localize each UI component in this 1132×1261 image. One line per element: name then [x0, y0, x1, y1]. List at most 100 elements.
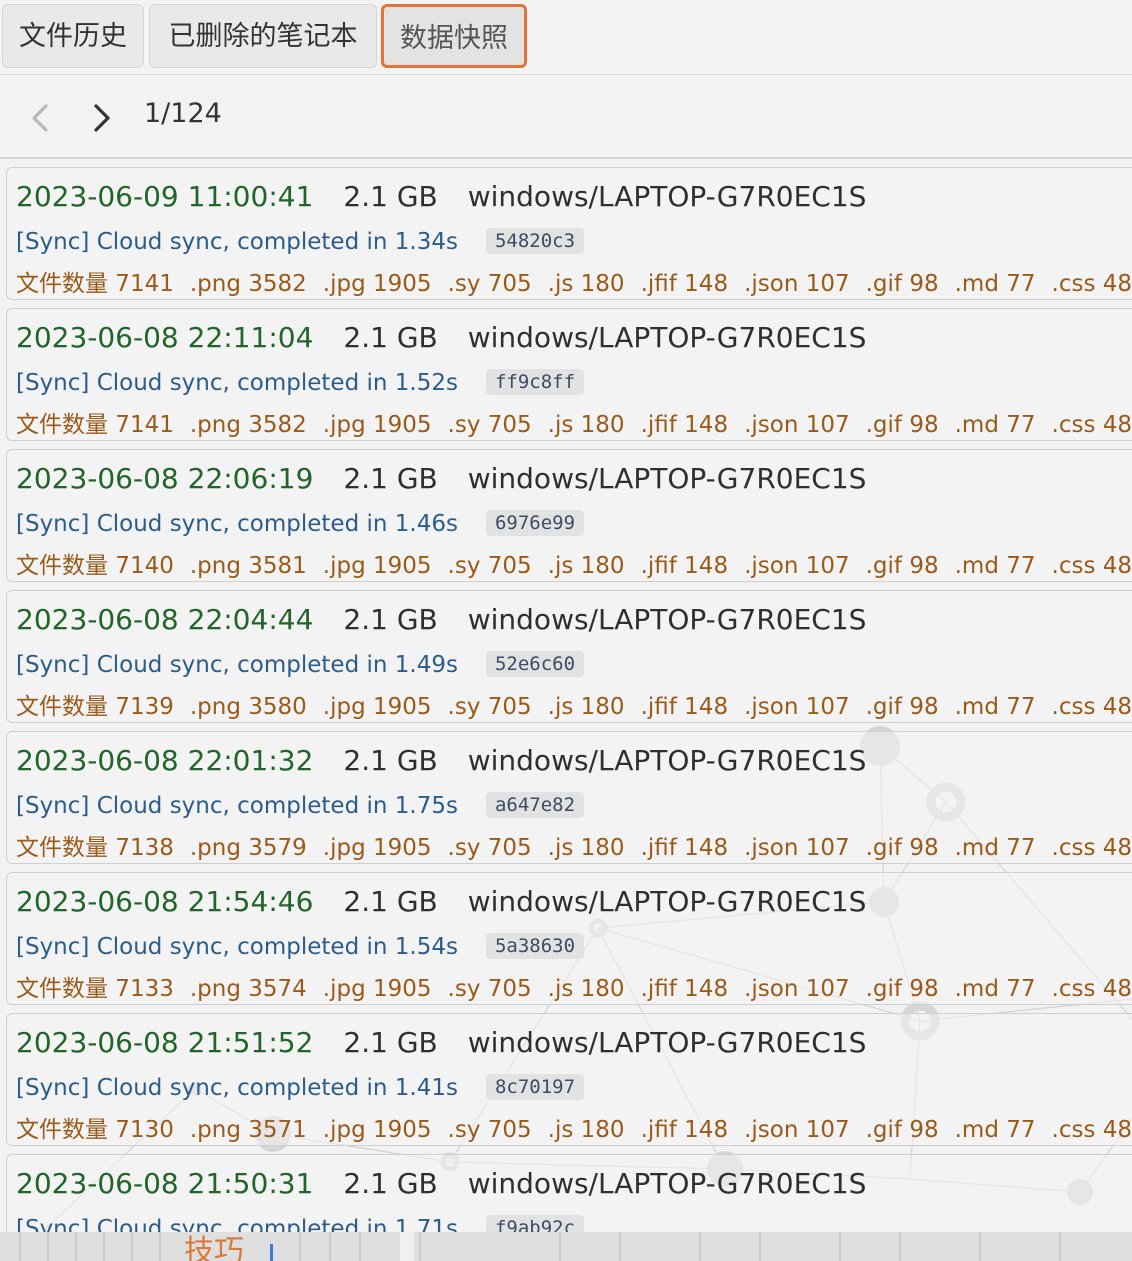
snapshot-memo: [Sync] Cloud sync, completed in 1.34s: [16, 229, 458, 255]
snapshot-row[interactable]: 2023-06-08 21:50:31 2.1 GB windows/LAPTOP-…: [6, 1154, 1132, 1234]
snapshot-header: 2023-06-08 21:50:31 2.1 GB windows/LAPTOP-…: [16, 1167, 866, 1200]
snapshot-header: 2023-06-08 21:54:46 2.1 GB windows/LAPTOP-…: [16, 885, 866, 918]
snapshot-hash[interactable]: 6976e99: [485, 510, 585, 536]
file-stat: .png 3582: [189, 412, 307, 438]
file-stat: .md 77: [954, 412, 1036, 438]
snapshot-memo: [Sync] Cloud sync, completed in 1.41s: [16, 1075, 458, 1101]
file-stat: 文件数量 7140: [16, 553, 174, 579]
file-stat: .gif 98: [865, 976, 939, 1002]
file-stat: .jpg 1905: [322, 412, 432, 438]
file-stat: .jpg 1905: [322, 553, 432, 579]
file-stat: .md 77: [954, 553, 1036, 579]
snapshot-date: 2023-06-08 22:01:32: [16, 744, 314, 777]
snapshot-hash[interactable]: 8c70197: [485, 1074, 585, 1100]
file-stat: .jfif 148: [640, 553, 729, 579]
snapshot-date: 2023-06-08 21:50:31: [16, 1167, 314, 1200]
snapshot-memo-line: [Sync] Cloud sync, completed in 1.46s 697…: [16, 510, 585, 537]
file-stat: .jfif 148: [640, 835, 729, 861]
chevron-right-icon: [94, 104, 110, 132]
file-stat: .png 3581: [189, 553, 307, 579]
file-stat: .sy 705: [447, 271, 532, 297]
file-stat: .jpg 1905: [322, 1117, 432, 1143]
snapshot-memo: [Sync] Cloud sync, completed in 1.52s: [16, 370, 458, 396]
file-stat: .png 3582: [189, 271, 307, 297]
file-stat: .md 77: [954, 976, 1036, 1002]
snapshot-row[interactable]: 2023-06-08 22:06:19 2.1 GB windows/LAPTOP-…: [6, 449, 1132, 582]
file-stat: .css 48: [1051, 553, 1132, 579]
prev-page-button[interactable]: [24, 100, 56, 136]
snapshot-device: windows/LAPTOP-G7R0EC1S: [467, 180, 867, 213]
snapshot-hash[interactable]: a647e82: [485, 792, 585, 818]
file-stat: .jpg 1905: [322, 271, 432, 297]
snapshot-memo: [Sync] Cloud sync, completed in 1.49s: [16, 652, 458, 678]
snapshot-size: 2.1 GB: [343, 180, 438, 213]
snapshot-device: windows/LAPTOP-G7R0EC1S: [467, 603, 867, 636]
file-stat: .png 3580: [189, 694, 307, 720]
file-stat: .css 48: [1051, 412, 1132, 438]
snapshot-header: 2023-06-08 22:06:19 2.1 GB windows/LAPTOP-…: [16, 462, 866, 495]
file-stat: .sy 705: [447, 976, 532, 1002]
snapshot-row[interactable]: 2023-06-09 11:00:41 2.1 GB windows/LAPTOP-…: [6, 167, 1132, 300]
tab-data-snapshots[interactable]: 数据快照: [381, 4, 527, 68]
snapshot-size: 2.1 GB: [343, 603, 438, 636]
file-stat: .css 48: [1051, 976, 1132, 1002]
snapshot-memo-line: [Sync] Cloud sync, completed in 1.54s 5a3…: [16, 933, 585, 960]
file-stat: .jfif 148: [640, 1117, 729, 1143]
snapshot-device: windows/LAPTOP-G7R0EC1S: [467, 1167, 867, 1200]
file-stat: .gif 98: [865, 1117, 939, 1143]
snapshot-date: 2023-06-08 21:54:46: [16, 885, 314, 918]
snapshot-rows: 2023-06-09 11:00:41 2.1 GB windows/LAPTOP-…: [0, 159, 1132, 1234]
snapshot-row[interactable]: 2023-06-08 22:11:04 2.1 GB windows/LAPTOP-…: [6, 308, 1132, 441]
file-stat: .css 48: [1051, 835, 1132, 861]
file-stat: .js 180: [547, 976, 625, 1002]
snapshot-header: 2023-06-08 21:51:52 2.1 GB windows/LAPTOP-…: [16, 1026, 866, 1059]
snapshot-memo-line: [Sync] Cloud sync, completed in 1.49s 52e…: [16, 651, 585, 678]
snapshot-device: windows/LAPTOP-G7R0EC1S: [467, 321, 867, 354]
file-stat: .js 180: [547, 835, 625, 861]
snapshot-device: windows/LAPTOP-G7R0EC1S: [467, 462, 867, 495]
snapshot-file-stats: 文件数量 7130 .png 3571 .jpg 1905 .sy 705 .js 18…: [16, 1110, 1132, 1144]
snapshot-hash[interactable]: ff9c8ff: [485, 369, 585, 395]
next-page-button[interactable]: [86, 100, 118, 136]
file-stat: .gif 98: [865, 412, 939, 438]
file-stat: .png 3579: [189, 835, 307, 861]
file-stat: .png 3571: [189, 1117, 307, 1143]
snapshot-memo-line: [Sync] Cloud sync, completed in 1.52s ff9…: [16, 369, 585, 396]
file-stat: 文件数量 7139: [16, 694, 174, 720]
snapshot-memo-line: [Sync] Cloud sync, completed in 1.41s 8c7…: [16, 1074, 585, 1101]
snapshot-list[interactable]: 2023-06-09 11:00:41 2.1 GB windows/LAPTOP-…: [0, 157, 1132, 1234]
snapshot-device: windows/LAPTOP-G7R0EC1S: [467, 744, 867, 777]
tab-bar: 文件历史 已删除的笔记本 数据快照: [0, 0, 1132, 75]
file-stat: .gif 98: [865, 271, 939, 297]
snapshot-date: 2023-06-08 22:06:19: [16, 462, 314, 495]
snapshot-file-stats: 文件数量 7139 .png 3580 .jpg 1905 .sy 705 .js 18…: [16, 687, 1132, 721]
file-stat: .css 48: [1051, 271, 1132, 297]
snapshot-row[interactable]: 2023-06-08 21:54:46 2.1 GB windows/LAPTOP-…: [6, 872, 1132, 1005]
snapshot-file-stats: 文件数量 7140 .png 3581 .jpg 1905 .sy 705 .js 18…: [16, 546, 1132, 580]
snapshot-hash[interactable]: 5a38630: [485, 933, 585, 959]
snapshot-hash[interactable]: 52e6c60: [485, 651, 585, 677]
tab-file-history[interactable]: 文件历史: [2, 4, 144, 68]
file-stat: .json 107: [744, 271, 850, 297]
snapshot-row[interactable]: 2023-06-08 21:51:52 2.1 GB windows/LAPTOP-…: [6, 1013, 1132, 1146]
file-stat: .js 180: [547, 553, 625, 579]
file-stat: .sy 705: [447, 694, 532, 720]
tips-text: 技巧: [184, 1234, 244, 1261]
file-stat: .js 180: [547, 1117, 625, 1143]
snapshot-header: 2023-06-09 11:00:41 2.1 GB windows/LAPTOP-…: [16, 180, 866, 213]
file-stat: 文件数量 7141: [16, 271, 174, 297]
snapshot-size: 2.1 GB: [343, 885, 438, 918]
snapshot-row[interactable]: 2023-06-08 22:01:32 2.1 GB windows/LAPTOP-…: [6, 731, 1132, 864]
snapshot-row[interactable]: 2023-06-08 22:04:44 2.1 GB windows/LAPTOP-…: [6, 590, 1132, 723]
file-stat: .md 77: [954, 1117, 1036, 1143]
tab-deleted-notebooks[interactable]: 已删除的笔记本: [149, 4, 377, 68]
snapshot-hash[interactable]: 54820c3: [485, 228, 585, 254]
file-stat: .css 48: [1051, 694, 1132, 720]
file-stat: .jpg 1905: [322, 835, 432, 861]
page-indicator: 1/124: [144, 98, 222, 129]
snapshot-date: 2023-06-08 22:04:44: [16, 603, 314, 636]
snapshot-date: 2023-06-09 11:00:41: [16, 180, 314, 213]
file-stat: .sy 705: [447, 553, 532, 579]
chevron-left-icon: [32, 104, 48, 132]
bottom-panel: 技巧: [0, 1232, 1132, 1261]
